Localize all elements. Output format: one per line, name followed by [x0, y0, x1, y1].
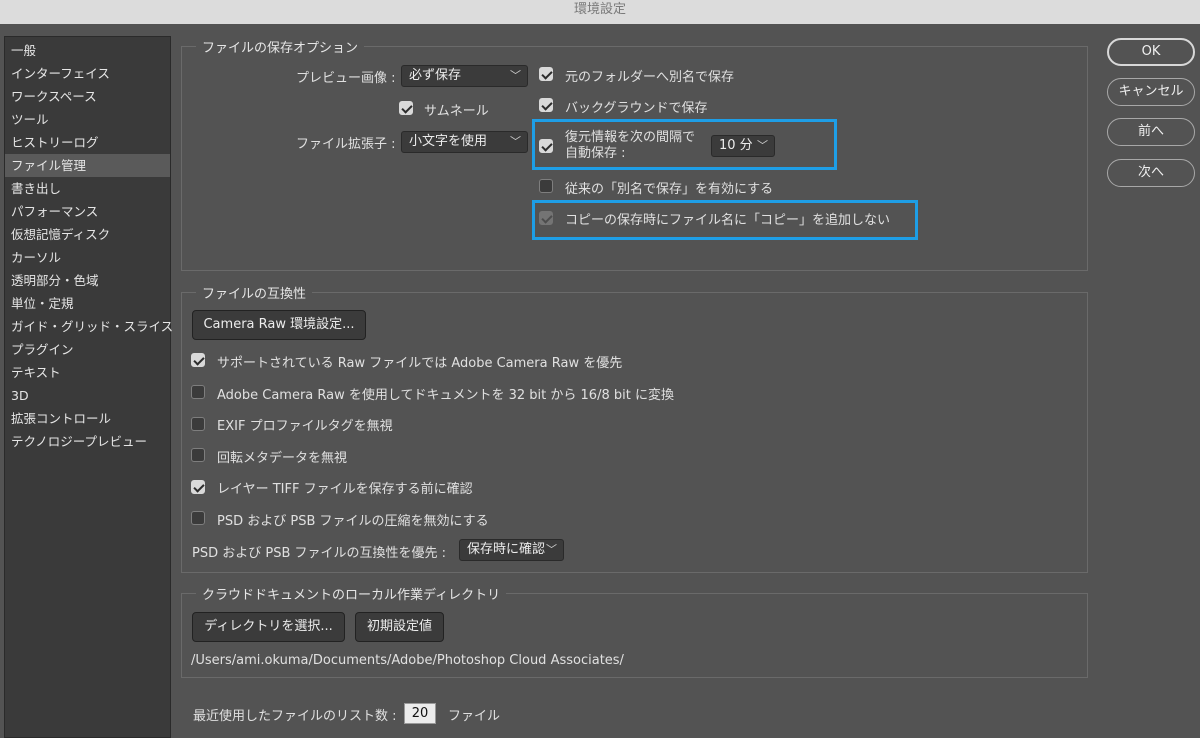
maximize-compatibility-label: PSD および PSB ファイルの互換性を優先 : [192, 546, 447, 561]
cancel-button[interactable]: キャンセル [1107, 78, 1195, 106]
legacy-save-as-label: 従来の「別名で保存」を有効にする [565, 182, 774, 197]
autosave-label-line1: 復元情報を次の間隔で [565, 130, 696, 145]
disable-compression-checkbox[interactable] [191, 511, 205, 525]
file-extension-label: ファイル拡張子 : [296, 137, 396, 152]
recent-files-count-input[interactable]: 20 [404, 703, 436, 724]
ignore-rotation-checkbox[interactable] [191, 448, 205, 462]
sidebar-item-plugins[interactable]: プラグイン [5, 338, 170, 361]
chevron-down-icon: ﹀ [757, 139, 768, 152]
ignore-rotation-label: 回転メタデータを無視 [217, 451, 348, 466]
sidebar-item-units-rulers[interactable]: 単位・定規 [5, 292, 170, 315]
prefer-camera-raw-checkbox[interactable] [191, 353, 205, 367]
sidebar-item-guides-grid[interactable]: ガイド・グリッド・スライス [5, 315, 173, 338]
file-saving-options-title: ファイルの保存オプション [202, 41, 359, 56]
prefer-camera-raw-label: サポートされている Raw ファイルでは Adobe Camera Raw を優… [217, 356, 623, 371]
sidebar-item-history-log[interactable]: ヒストリーログ [5, 131, 170, 154]
convert-32bit-label: Adobe Camera Raw を使用してドキュメントを 32 bit から … [217, 388, 674, 403]
sidebar-item-performance[interactable]: パフォーマンス [5, 200, 170, 223]
thumbnail-checkbox[interactable] [399, 101, 413, 115]
autosave-label-line2: 自動保存 : [565, 146, 626, 161]
recent-files-label: 最近使用したファイルのリスト数 : [193, 709, 397, 724]
maximize-compatibility-value: 保存時に確認 [467, 542, 546, 557]
next-button[interactable]: 次へ [1107, 159, 1195, 187]
ignore-exif-checkbox[interactable] [191, 417, 205, 431]
sidebar-item-interface[interactable]: インターフェイス [5, 62, 170, 85]
sidebar-item-type[interactable]: テキスト [5, 361, 170, 384]
cloud-working-directory-title: クラウドドキュメントのローカル作業ディレクトリ [202, 588, 501, 603]
sidebar-item-general[interactable]: 一般 [5, 39, 170, 62]
ask-layered-tiff-checkbox[interactable] [191, 480, 205, 494]
save-as-original-checkbox[interactable] [539, 67, 553, 81]
autosave-label: 復元情報を次の間隔で 自動保存 : [565, 130, 695, 162]
autosave-interval-select[interactable]: 10 分 ﹀ [711, 135, 775, 157]
no-copy-suffix-label: コピーの保存時にファイル名に「コピー」を追加しない [565, 213, 891, 228]
sidebar-item-file-handling[interactable]: ファイル管理 [5, 154, 170, 177]
autosave-interval-value: 10 分 [719, 138, 753, 153]
convert-32bit-checkbox[interactable] [191, 385, 205, 399]
autosave-checkbox[interactable] [539, 139, 553, 153]
ignore-exif-label: EXIF プロファイルタグを無視 [217, 419, 393, 434]
chevron-down-icon: ﹀ [510, 135, 521, 148]
sidebar-item-scratch-disks[interactable]: 仮想記憶ディスク [5, 223, 170, 246]
default-directory-button[interactable]: 初期設定値 [355, 612, 444, 642]
sidebar-item-transparency[interactable]: 透明部分・色域 [5, 269, 170, 292]
recent-files-unit: ファイル [448, 709, 501, 724]
preferences-sidebar: 一般 インターフェイス ワークスペース ツール ヒストリーログ ファイル管理 書… [4, 36, 173, 738]
image-previews-value: 必ず保存 [409, 68, 462, 83]
image-previews-select[interactable]: 必ず保存 ﹀ [401, 65, 528, 87]
ok-button[interactable]: OK [1107, 38, 1195, 66]
chevron-down-icon: ﹀ [546, 543, 557, 556]
no-copy-suffix-checkbox[interactable] [539, 211, 553, 225]
sidebar-item-enhanced-controls[interactable]: 拡張コントロール [5, 407, 170, 430]
cloud-directory-path: /Users/ami.okuma/Documents/Adobe/Photosh… [191, 653, 624, 668]
sidebar-item-workspace[interactable]: ワークスペース [5, 85, 170, 108]
chevron-down-icon: ﹀ [510, 69, 521, 82]
camera-raw-preferences-button[interactable]: Camera Raw 環境設定... [192, 310, 366, 340]
ask-layered-tiff-label: レイヤー TIFF ファイルを保存する前に確認 [217, 482, 473, 497]
background-save-label: バックグラウンドで保存 [565, 101, 708, 116]
sidebar-item-cursors[interactable]: カーソル [5, 246, 170, 269]
choose-directory-button[interactable]: ディレクトリを選択... [192, 612, 345, 642]
maximize-compatibility-select[interactable]: 保存時に確認 ﹀ [459, 539, 564, 561]
file-compatibility-title: ファイルの互換性 [202, 287, 307, 302]
sidebar-item-tech-previews[interactable]: テクノロジープレビュー [5, 430, 170, 453]
save-as-original-label: 元のフォルダーへ別名で保存 [565, 70, 735, 85]
sidebar-item-3d[interactable]: 3D [5, 384, 170, 407]
window-title: 環境設定 [0, 0, 1200, 24]
prev-button[interactable]: 前へ [1107, 118, 1195, 146]
thumbnail-label: サムネール [424, 104, 489, 119]
file-extension-value: 小文字を使用 [409, 134, 488, 149]
legacy-save-as-checkbox[interactable] [539, 179, 553, 193]
image-previews-label: プレビュー画像 : [296, 71, 396, 86]
background-save-checkbox[interactable] [539, 98, 553, 112]
file-extension-select[interactable]: 小文字を使用 ﹀ [401, 131, 528, 153]
disable-compression-label: PSD および PSB ファイルの圧縮を無効にする [217, 514, 489, 529]
sidebar-item-export[interactable]: 書き出し [5, 177, 170, 200]
sidebar-item-tools[interactable]: ツール [5, 108, 170, 131]
